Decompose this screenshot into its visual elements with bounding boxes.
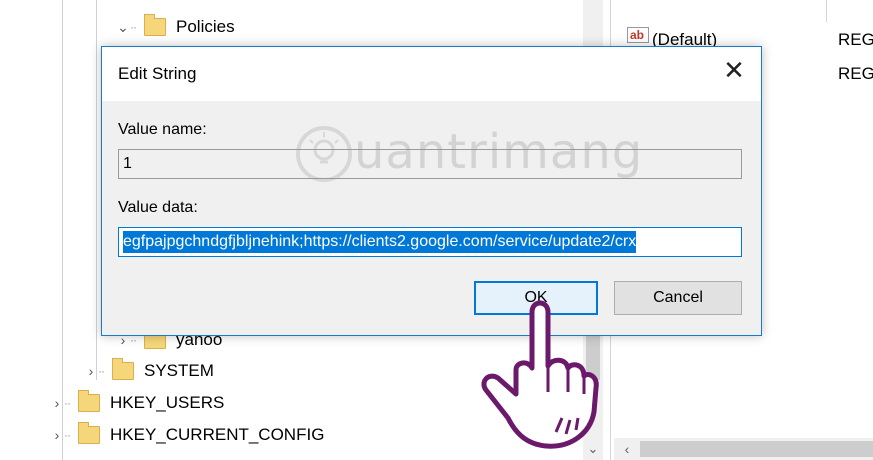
chevron-left-icon[interactable]: ‹ <box>618 438 636 460</box>
tree-item-label: Policies <box>176 17 235 36</box>
dialog-title: Edit String <box>118 64 197 83</box>
folder-icon <box>112 358 134 380</box>
folder-icon <box>78 422 100 444</box>
tree-connector: ·· <box>64 428 71 442</box>
tree-item-label: HKEY_CURRENT_CONFIG <box>110 425 325 444</box>
value-type: REG <box>838 64 873 83</box>
values-scrollbar-thumb[interactable] <box>640 441 873 457</box>
value-data-input[interactable]: egfpajpgchndgfjbljnehink;https://clients… <box>118 227 742 257</box>
folder-icon <box>144 14 166 36</box>
cancel-button[interactable]: Cancel <box>614 281 742 315</box>
tree-item-policies[interactable]: ⌄ ·· Policies <box>116 14 235 38</box>
folder-icon <box>78 390 100 412</box>
value-data-text: egfpajpgchndgfjbljnehink;https://clients… <box>123 231 637 253</box>
chevron-right-icon[interactable]: › <box>50 424 64 446</box>
tree-connector: ·· <box>130 20 137 34</box>
string-value-icon: ab <box>627 27 649 43</box>
tree-item-hkey-current-config[interactable]: › ·· HKEY_CURRENT_CONFIG <box>50 422 325 446</box>
chevron-right-icon[interactable]: › <box>50 392 64 414</box>
tree-item-label: HKEY_USERS <box>110 393 225 412</box>
tree-connector: ·· <box>98 364 105 378</box>
tree-item-system[interactable]: › ·· SYSTEM <box>84 358 214 382</box>
tree-guide-line <box>96 0 97 380</box>
column-divider[interactable] <box>826 0 827 22</box>
chevron-right-icon[interactable]: › <box>84 360 98 382</box>
pointing-hand-icon <box>470 292 600 457</box>
value-name-label: Value name: <box>118 121 207 138</box>
watermark-logo: uantrimang <box>290 120 642 195</box>
value-type: REG <box>838 30 873 49</box>
watermark-text: uantrimang <box>354 124 644 180</box>
chevron-down-icon[interactable]: ⌄ <box>116 16 130 38</box>
tree-item-hkey-users[interactable]: › ·· HKEY_USERS <box>50 390 225 414</box>
close-icon[interactable]: ✕ <box>715 53 753 87</box>
tree-connector: ·· <box>64 396 71 410</box>
tree-item-label: SYSTEM <box>144 361 214 380</box>
value-data-label: Value data: <box>118 199 198 216</box>
value-name-text: 1 <box>123 155 132 172</box>
tree-guide-line <box>62 0 63 460</box>
